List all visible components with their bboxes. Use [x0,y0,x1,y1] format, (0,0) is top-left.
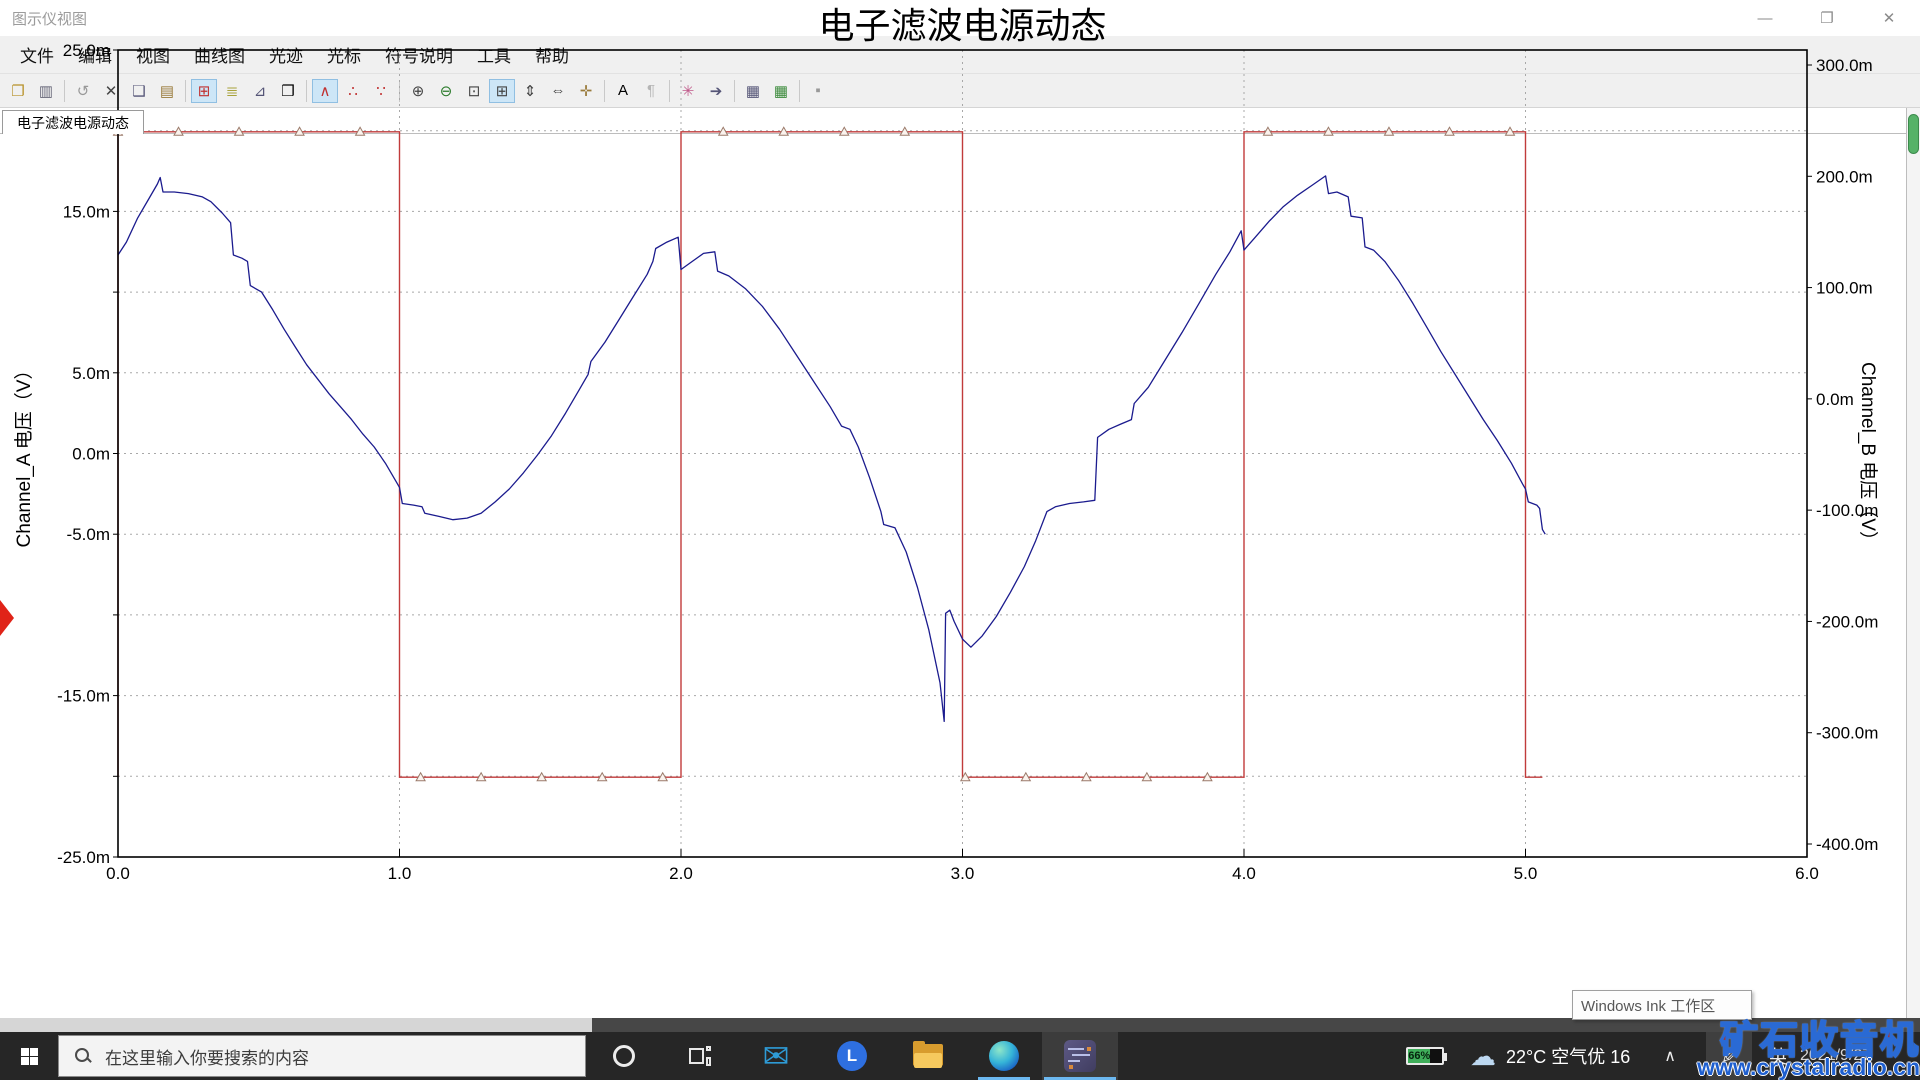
weather-widget[interactable]: 22°C 空气优 16 [1506,1043,1630,1069]
right-axis-tick-label: 300.0m [1816,56,1873,75]
edge-browser-button[interactable] [966,1032,1042,1080]
left-axis-title: Channel_A 电压（V） [13,361,35,548]
right-axis-tick-label: 200.0m [1816,167,1873,186]
left-axis-tick-label: 25.0m [63,41,110,60]
l-app-icon: L [837,1041,867,1071]
right-axis-tick-label: -400.0m [1816,835,1878,854]
scrollbar-thumb[interactable] [1908,114,1919,154]
left-axis-tick-label: -5.0m [67,525,110,544]
left-axis-tick-label: -15.0m [57,687,110,706]
system-tray: 66% ☁ 22°C 空气优 16 ∧ ✎ 英 2021/9/27 [1406,1032,1920,1080]
multisim-grapher-icon [1064,1040,1096,1072]
trace-channel-b[interactable] [117,131,1543,778]
l-app-button[interactable]: L [814,1032,890,1080]
x-axis-tick-label: 1.0 [388,864,412,883]
windows-logo-icon [20,1047,38,1065]
x-axis-tick-label: 4.0 [1232,864,1256,883]
x-axis-tick-label: 6.0 [1795,864,1819,883]
tab-grapher-page[interactable]: 电子滤波电源动态 [2,110,144,134]
right-axis-tick-label: 0.0m [1816,390,1854,409]
taskbar: 在这里输入你要搜索的内容 ✉ L 66% ☁ 22°C 空气优 16 ∧ ✎ 英… [0,1032,1920,1080]
taskbar-clock[interactable]: 2021/9/27 [1800,1047,1920,1065]
language-indicator[interactable]: 英 [1756,1043,1800,1069]
desktop: 图示仪视图 — ❐ ✕ 文件 编辑 视图 曲线图 光迹 光标 符号说明 工具 帮助 ❐ ▥ ↺ ✕ ❑ ▤… [0,0,1920,1080]
battery-percent: 66% [1408,1050,1431,1062]
right-axis-tick-label: -300.0m [1816,724,1878,743]
windows-ink-tooltip: Windows Ink 工作区 [1572,990,1752,1020]
edge-icon [989,1041,1019,1071]
chart-title: 电子滤波电源动态 [818,6,1106,46]
right-axis-tick-label: -200.0m [1816,612,1878,631]
mail-icon: ✉ [762,1038,790,1074]
window-bottom-edge [0,1018,592,1032]
x-axis-tick-label: 2.0 [669,864,693,883]
x-axis-tick-label: 5.0 [1514,864,1538,883]
mail-app-button[interactable]: ✉ [738,1032,814,1080]
cortana-icon [613,1045,635,1067]
trace-channel-a[interactable] [117,175,1546,723]
x-axis-tick-label: 0.0 [106,864,130,883]
weather-cloud-icon: ☁ [1470,1040,1497,1071]
pen-icon: ✎ [1720,1045,1738,1068]
battery-indicator[interactable]: 66% [1406,1047,1448,1065]
left-axis-tick-label: 15.0m [63,202,110,221]
right-axis-title: Channel_B 电压（V） [1857,362,1879,550]
task-view-button[interactable] [662,1032,738,1080]
search-icon [75,1048,91,1064]
search-placeholder: 在这里输入你要搜索的内容 [105,1048,309,1068]
trace-selector-arrow-icon[interactable] [0,600,14,636]
left-axis-tick-label: -25.0m [57,848,110,867]
background-window-edge [592,1018,1920,1032]
vertical-scrollbar[interactable] [1906,108,1920,1018]
taskbar-search-input[interactable]: 在这里输入你要搜索的内容 [58,1035,586,1077]
file-explorer-icon [913,1041,943,1068]
chart-canvas: 25.0m 15.0m 5.0m 0.0m -5.0m -15.0m -25.0m 300.0… [13,6,1879,883]
multisim-grapher-button[interactable] [1042,1032,1118,1080]
tray-chevron-up-icon[interactable]: ∧ [1664,1046,1676,1066]
windows-ink-button[interactable]: ✎ [1706,1032,1752,1080]
task-view-icon [689,1046,711,1066]
file-explorer-button[interactable] [890,1032,966,1080]
cortana-button[interactable] [586,1032,662,1080]
left-axis-tick-label: 0.0m [72,445,110,464]
right-axis-tick-label: 100.0m [1816,279,1873,298]
x-axis-tick-label: 3.0 [951,864,975,883]
start-button[interactable] [0,1032,58,1080]
left-axis-tick-label: 5.0m [72,364,110,383]
